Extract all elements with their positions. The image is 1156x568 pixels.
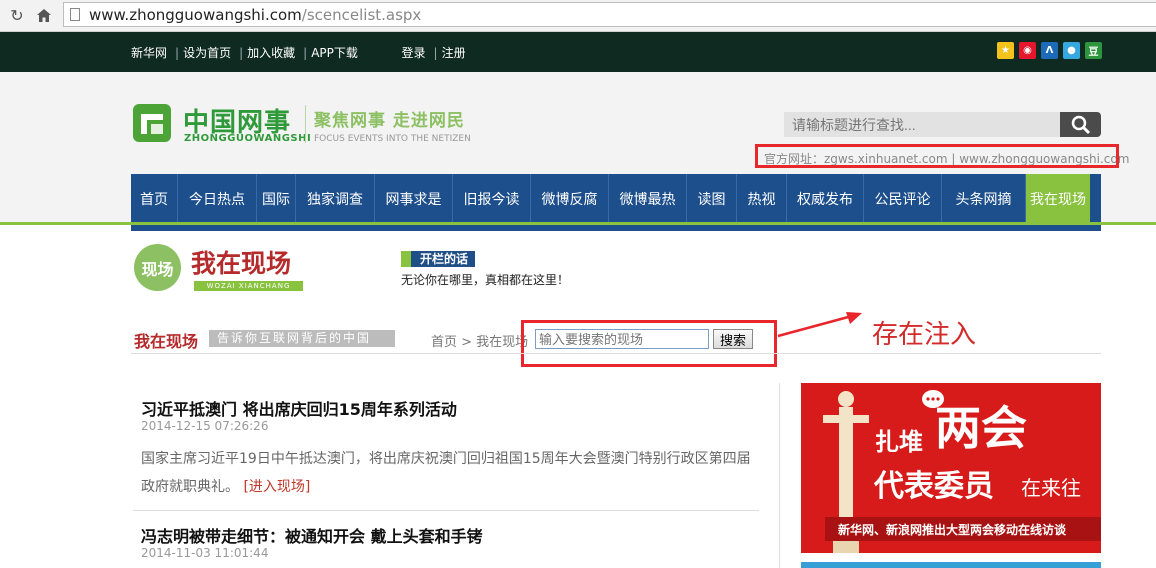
article-date: 2014-11-03 11:01:44 [141, 546, 269, 560]
browser-toolbar: ↻ www.zhongguowangshi.com/scencelist.asp… [0, 0, 1156, 32]
nav-item-read-pictures[interactable]: 读图 [687, 174, 737, 223]
scene-badge-icon: 现场 [134, 244, 181, 291]
qzone-icon[interactable]: ★ [997, 42, 1014, 59]
banner-line-1: 扎堆 [875, 428, 923, 456]
banner-line-3: 代表委员 [874, 469, 994, 504]
page-icon [70, 8, 80, 21]
address-bar[interactable]: www.zhongguowangshi.com/scencelist.aspx [63, 2, 1156, 27]
site-search-button[interactable] [1060, 112, 1101, 137]
nav-item-on-the-scene[interactable]: 我在现场 [1026, 174, 1090, 223]
column-divider [779, 383, 780, 568]
nav-item-today-hot[interactable]: 今日热点 [178, 174, 257, 223]
open-label: 开栏的话 [420, 252, 469, 266]
nav-item-international[interactable]: 国际 [257, 174, 296, 223]
url-host: www.zhongguowangshi.com [89, 6, 302, 24]
url-text: www.zhongguowangshi.com/scencelist.aspx [89, 6, 421, 24]
link-xinhua[interactable]: 新华网 [131, 46, 167, 60]
nav-bottom-bar [131, 225, 1101, 231]
site-slogan-en: FOCUS EVENTS INTO THE NETIZEN [314, 134, 471, 144]
enter-scene-link[interactable]: [进入现场] [243, 479, 310, 495]
nav-item-fact-check[interactable]: 网事求是 [375, 174, 453, 223]
top-links: 新华网 | 设为首页 | 加入收藏 | APP下载 登录 | 注册 [131, 44, 470, 61]
separator: | [303, 46, 308, 60]
annotation-arrow-icon [777, 312, 862, 338]
logo-pinyin: ZHONGGUOWANGSHI [184, 133, 312, 144]
article-date: 2014-12-15 07:26:26 [141, 419, 269, 433]
banner-line-2: 两会 [935, 401, 1027, 455]
nav-item-home[interactable]: 首页 [131, 174, 178, 223]
highlight-box-official-url [755, 144, 1119, 168]
separator: | [239, 46, 244, 60]
article-title[interactable]: 冯志明被带走细节：被通知开会 戴上头套和手铐 [141, 523, 483, 547]
nav-item-headline-digest[interactable]: 头条网摘 [942, 174, 1026, 223]
link-app-download[interactable]: APP下载 [311, 46, 358, 60]
section-slogan: 告诉你互联网背后的中国 [209, 330, 395, 347]
article-separator [133, 510, 759, 511]
site-search-input[interactable] [784, 112, 1060, 137]
annotation-text: 存在注入 [872, 320, 977, 350]
link-add-favorite[interactable]: 加入收藏 [247, 46, 295, 60]
link-set-homepage[interactable]: 设为首页 [183, 46, 231, 60]
nav-item-weibo-anticorruption[interactable]: 微博反腐 [531, 174, 609, 223]
douban-icon[interactable]: 豆 [1085, 42, 1102, 59]
row-divider [131, 353, 1101, 354]
highlight-box-search [521, 320, 777, 367]
link-login[interactable]: 登录 [402, 46, 426, 60]
main-nav: 首页 今日热点 国际 独家调查 网事求是 旧报今读 微博反腐 微博最热 读图 热… [131, 174, 1101, 223]
open-label-accent [401, 251, 411, 267]
separator: | [433, 46, 438, 60]
renren-icon[interactable]: Λ [1041, 42, 1058, 59]
logo-divider [305, 105, 306, 143]
logo-icon[interactable] [133, 104, 171, 142]
article-summary: 国家主席习近平19日中午抵达澳门，将出席庆祝澳门回归祖国15周年大会暨澳门特别行… [141, 445, 751, 501]
top-strip: 新华网 | 设为首页 | 加入收藏 | APP下载 登录 | 注册 ★ ◉ Λ ● 豆 [0, 32, 1156, 72]
sidebar-next-block [801, 562, 1101, 568]
nav-item-exclusive-investigation[interactable]: 独家调查 [296, 174, 375, 223]
nav-item-hot-video[interactable]: 热视 [737, 174, 787, 223]
nav-item-citizen-comment[interactable]: 公民评论 [864, 174, 942, 223]
home-icon[interactable] [33, 4, 55, 26]
weibo-icon[interactable]: ◉ [1019, 42, 1036, 59]
search-icon [1071, 115, 1090, 134]
separator: | [175, 46, 180, 60]
nav-item-old-news[interactable]: 旧报今读 [453, 174, 531, 223]
column-title: 我在现场 [191, 249, 292, 278]
column-title-en: WOZAI XIANCHANG [194, 281, 303, 291]
url-path: /scencelist.aspx [301, 6, 422, 24]
article-summary-text: 国家主席习近平19日中午抵达澳门，将出席庆祝澳门回归祖国15周年大会暨澳门特别行… [141, 451, 751, 495]
link-register[interactable]: 注册 [442, 46, 466, 60]
reload-icon[interactable]: ↻ [6, 4, 28, 26]
breadcrumb[interactable]: 首页 > 我在现场 [431, 331, 528, 350]
nav-item-weibo-hottest[interactable]: 微博最热 [609, 174, 687, 223]
tqq-icon[interactable]: ● [1063, 42, 1080, 59]
site-slogan: 聚焦网事 走进网民 [314, 111, 465, 131]
nav-item-authoritative-release[interactable]: 权威发布 [787, 174, 864, 223]
open-description: 无论你在哪里，真相都在这里！ [401, 273, 570, 287]
banner-line-4: 在来往 [1021, 476, 1081, 500]
banner-footer: 新华网、新浪网推出大型两会移动在线访谈 [838, 523, 1067, 537]
section-title: 我在现场 [134, 332, 199, 351]
article-title[interactable]: 习近平抵澳门 将出席庆回归15周年系列活动 [141, 396, 457, 420]
